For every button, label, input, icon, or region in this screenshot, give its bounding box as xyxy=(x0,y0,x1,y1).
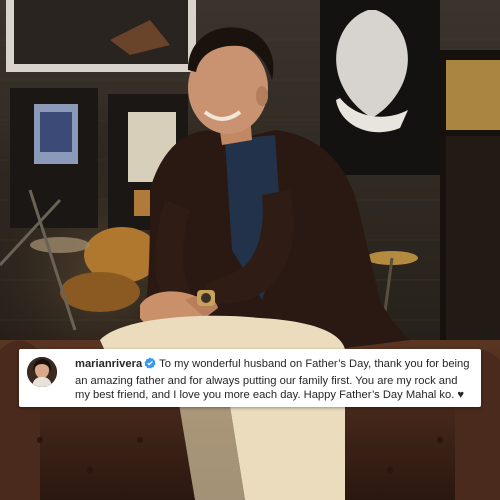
caption-card: marianrivera To my wonderful husband on F… xyxy=(19,349,481,407)
profile-avatar[interactable] xyxy=(27,357,57,387)
avatar-image xyxy=(27,357,57,387)
username[interactable]: marianrivera xyxy=(75,358,142,370)
lion-sculpture xyxy=(320,0,440,175)
wall-frame-top xyxy=(6,0,196,72)
right-cabinet xyxy=(440,50,500,380)
verified-badge-icon xyxy=(144,357,156,374)
post-photo xyxy=(0,0,500,500)
caption-text: marianrivera To my wonderful husband on F… xyxy=(75,357,473,403)
